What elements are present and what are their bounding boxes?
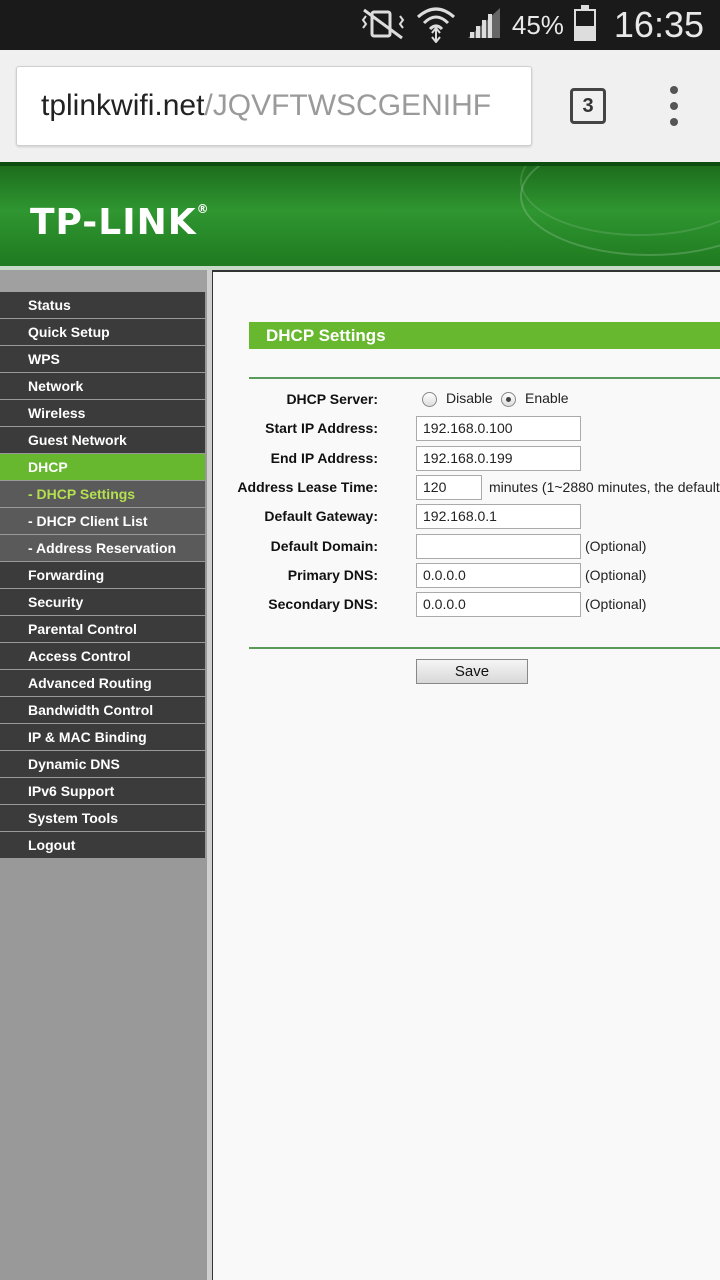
sidebar-item-bandwidth-control[interactable]: Bandwidth Control bbox=[0, 697, 205, 723]
wifi-icon bbox=[416, 3, 456, 48]
domain-label: Default Domain: bbox=[270, 538, 378, 554]
gateway-input[interactable]: 192.168.0.1 bbox=[416, 503, 581, 529]
sidebar-item-system-tools[interactable]: System Tools bbox=[0, 805, 205, 831]
url-host: tplinkwifi.net bbox=[41, 89, 205, 122]
sidebar-item-dynamic-dns[interactable]: Dynamic DNS bbox=[0, 751, 205, 777]
save-button[interactable]: Save bbox=[416, 659, 528, 684]
primary-dns-optional: (Optional) bbox=[585, 567, 647, 583]
battery-fill bbox=[575, 26, 594, 39]
dhcp-server-label: DHCP Server: bbox=[286, 391, 378, 407]
battery-icon bbox=[573, 5, 596, 41]
sidebar-item-ipv6-support[interactable]: IPv6 Support bbox=[0, 778, 205, 804]
divider bbox=[249, 647, 720, 649]
sidebar-item-dhcp-settings[interactable]: - DHCP Settings bbox=[0, 481, 205, 507]
sidebar-item-guest-network[interactable]: Guest Network bbox=[0, 427, 205, 453]
tab-switcher-button[interactable]: 3 bbox=[570, 88, 606, 124]
vibrate-mute-icon bbox=[360, 6, 406, 45]
end-ip-input[interactable]: 192.168.0.199 bbox=[416, 445, 581, 471]
sidebar-item-ip-mac-binding[interactable]: IP & MAC Binding bbox=[0, 724, 205, 750]
domain-row: Default Domain: (Optional) bbox=[213, 533, 720, 559]
signal-icon bbox=[466, 6, 502, 45]
battery-percent: 45% bbox=[511, 9, 564, 40]
secondary-dns-input[interactable]: 0.0.0.0 bbox=[416, 591, 581, 617]
page-title: DHCP Settings bbox=[249, 322, 720, 349]
clock: 16:35 bbox=[613, 4, 704, 45]
gateway-row: Default Gateway: 192.168.0.1 bbox=[213, 503, 720, 529]
dhcp-server-row: DHCP Server: Disable Enable bbox=[213, 386, 720, 412]
sidebar-item-quick-setup[interactable]: Quick Setup bbox=[0, 319, 205, 345]
lease-time-note: minutes (1~2880 minutes, the default v bbox=[489, 479, 720, 495]
sidebar-item-dhcp-client-list[interactable]: - DHCP Client List bbox=[0, 508, 205, 534]
sidebar-item-parental-control[interactable]: Parental Control bbox=[0, 616, 205, 642]
sidebar-item-advanced-routing[interactable]: Advanced Routing bbox=[0, 670, 205, 696]
router-header: TP-LINK® bbox=[0, 162, 720, 270]
sidebar-item-address-reservation[interactable]: - Address Reservation bbox=[0, 535, 205, 561]
browser-toolbar: tplinkwifi.net/JQVFTWSCGENIHF 3 bbox=[0, 50, 720, 162]
disable-radio[interactable] bbox=[422, 392, 437, 407]
sidebar-item-wireless[interactable]: Wireless bbox=[0, 400, 205, 426]
lease-time-label: Address Lease Time: bbox=[237, 479, 378, 495]
disable-radio-label: Disable bbox=[446, 390, 493, 406]
lease-time-input[interactable]: 120 bbox=[416, 474, 482, 500]
secondary-dns-optional: (Optional) bbox=[585, 596, 647, 612]
address-bar[interactable]: tplinkwifi.net/JQVFTWSCGENIHF bbox=[16, 66, 532, 146]
secondary-dns-label: Secondary DNS: bbox=[268, 596, 378, 612]
primary-dns-label: Primary DNS: bbox=[287, 567, 378, 583]
status-icons: 45% 16:35 bbox=[360, 0, 704, 50]
status-bar: 45% 16:35 bbox=[0, 0, 720, 50]
start-ip-row: Start IP Address: 192.168.0.100 bbox=[213, 415, 720, 441]
divider bbox=[249, 377, 720, 379]
start-ip-label: Start IP Address: bbox=[265, 420, 378, 436]
sidebar-item-access-control[interactable]: Access Control bbox=[0, 643, 205, 669]
sidebar-item-dhcp[interactable]: DHCP bbox=[0, 454, 205, 480]
primary-dns-row: Primary DNS: 0.0.0.0 (Optional) bbox=[213, 562, 720, 588]
main-content: DHCP Settings DHCP Server: Disable Enabl… bbox=[212, 270, 720, 1280]
enable-radio-label: Enable bbox=[525, 390, 569, 406]
sidebar-item-wps[interactable]: WPS bbox=[0, 346, 205, 372]
sidebar-menu: Status Quick Setup WPS Network Wireless Guest… bbox=[0, 270, 212, 1280]
sidebar-item-logout[interactable]: Logout bbox=[0, 832, 205, 858]
domain-optional: (Optional) bbox=[585, 538, 647, 554]
enable-radio[interactable] bbox=[501, 392, 516, 407]
gateway-label: Default Gateway: bbox=[264, 508, 378, 524]
secondary-dns-row: Secondary DNS: 0.0.0.0 (Optional) bbox=[213, 591, 720, 617]
start-ip-input[interactable]: 192.168.0.100 bbox=[416, 415, 581, 441]
overflow-menu-icon[interactable] bbox=[664, 86, 684, 126]
sidebar-item-security[interactable]: Security bbox=[0, 589, 205, 615]
end-ip-row: End IP Address: 192.168.0.199 bbox=[213, 445, 720, 471]
domain-input[interactable] bbox=[416, 533, 581, 559]
url-path: /JQVFTWSCGENIHF bbox=[204, 89, 492, 122]
sidebar-item-forwarding[interactable]: Forwarding bbox=[0, 562, 205, 588]
sidebar-item-network[interactable]: Network bbox=[0, 373, 205, 399]
sidebar-item-status[interactable]: Status bbox=[0, 292, 205, 318]
end-ip-label: End IP Address: bbox=[270, 450, 378, 466]
lease-time-row: Address Lease Time: 120 minutes (1~2880 … bbox=[213, 474, 720, 500]
primary-dns-input[interactable]: 0.0.0.0 bbox=[416, 562, 581, 588]
tplink-logo: TP-LINK® bbox=[30, 202, 210, 243]
